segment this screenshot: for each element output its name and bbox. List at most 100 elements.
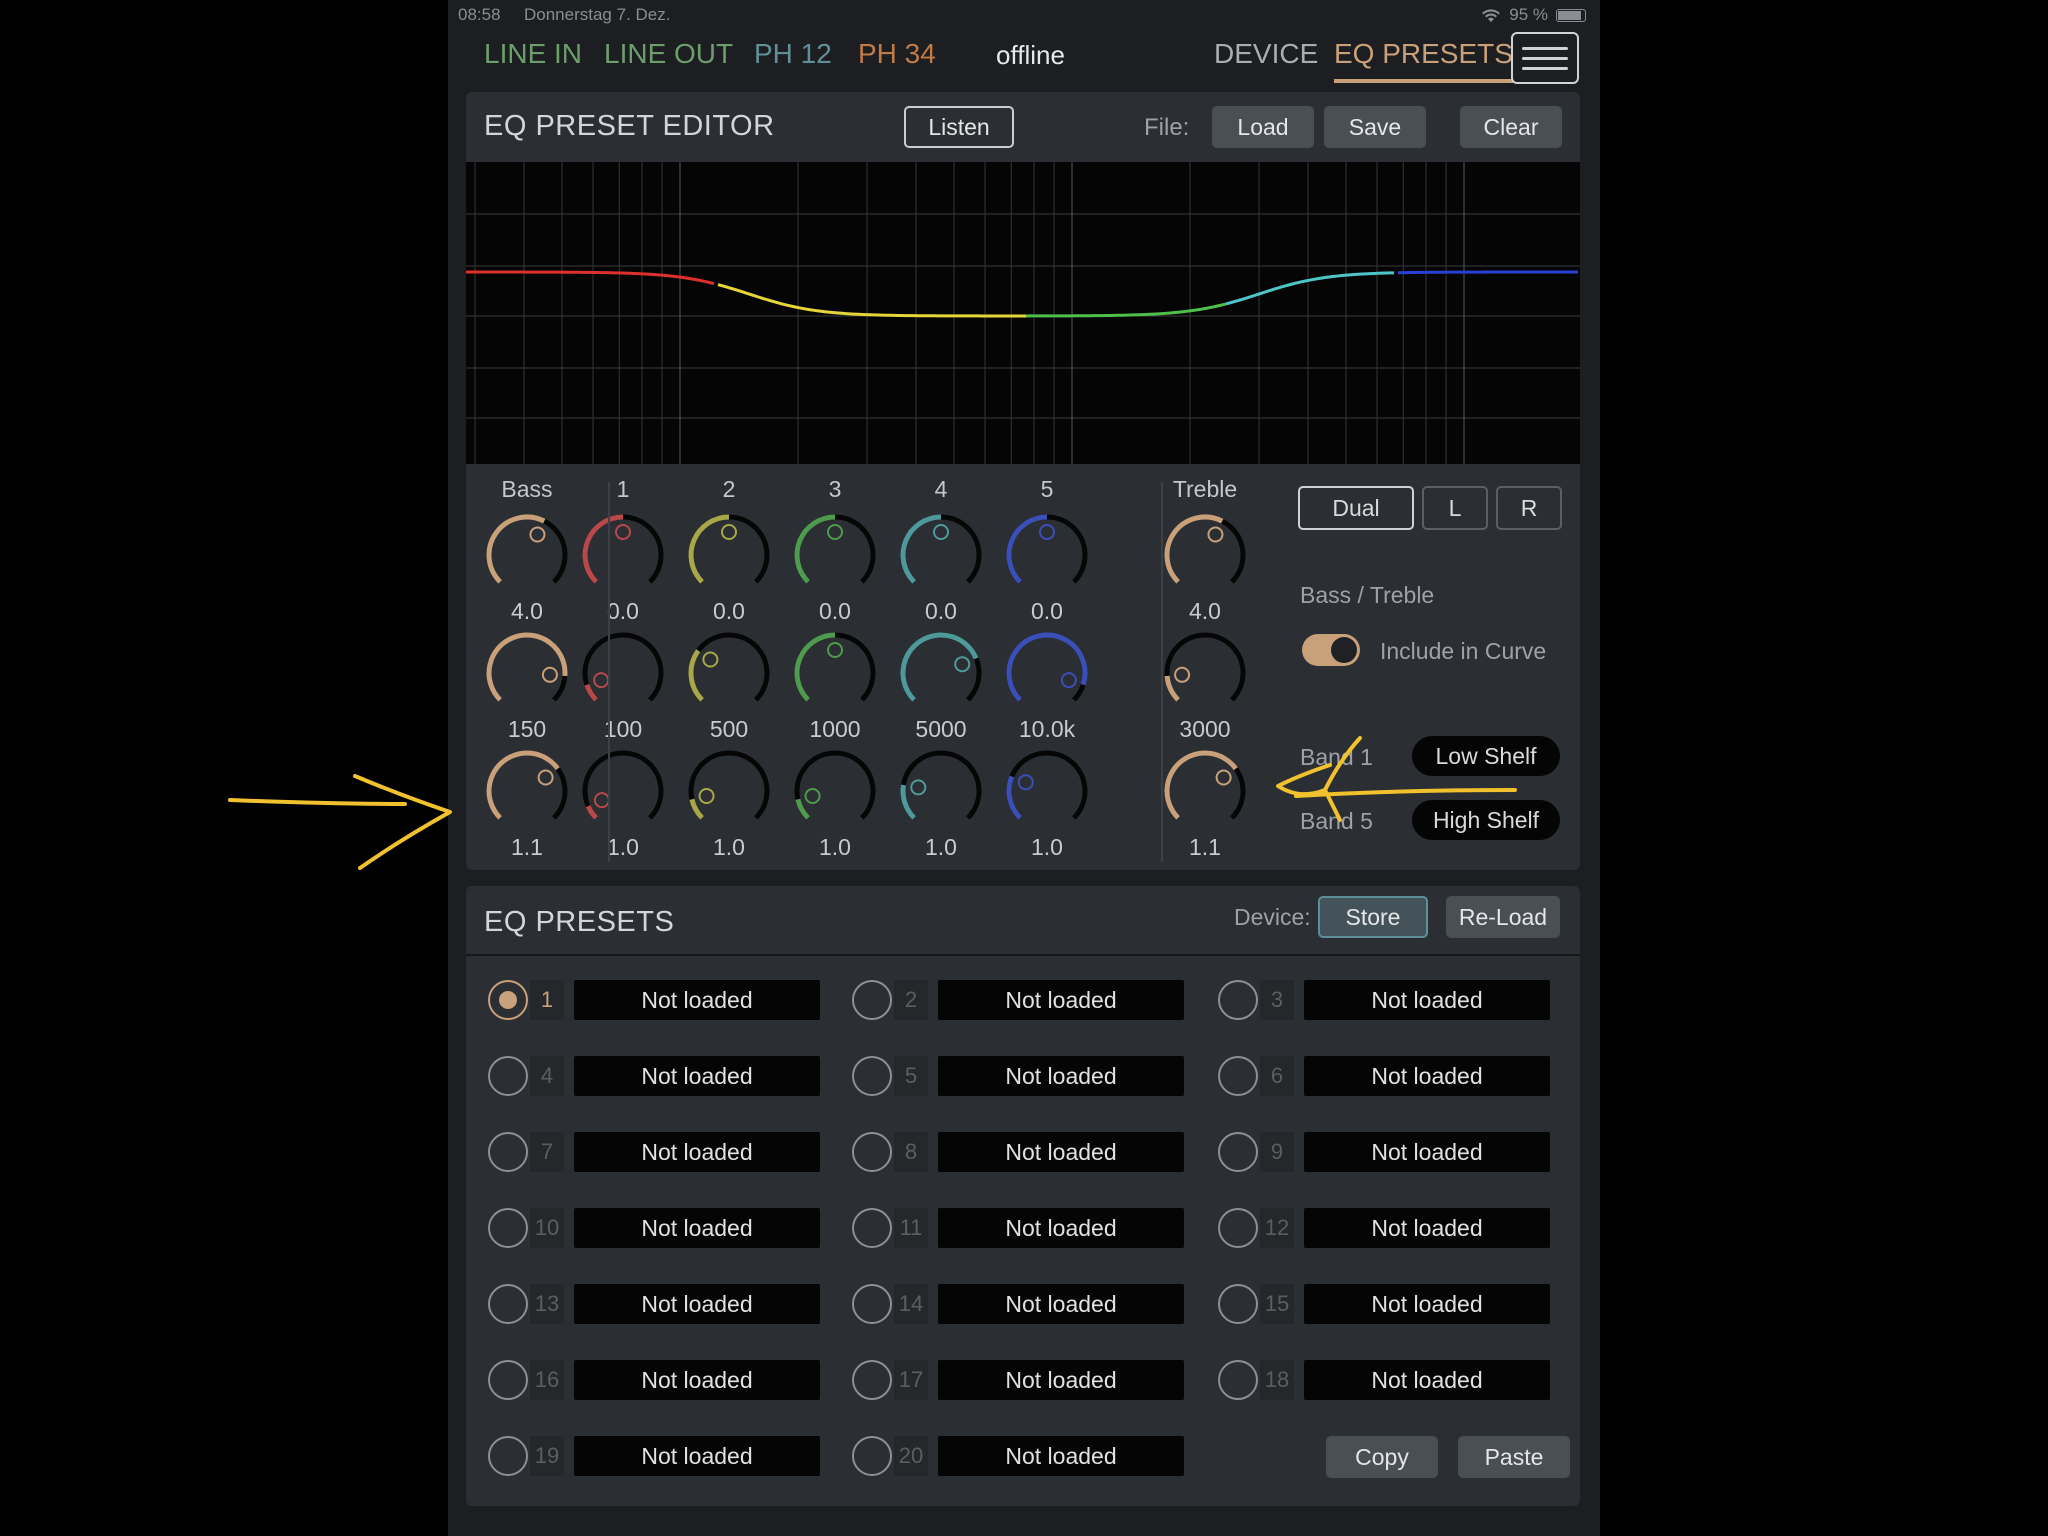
preset-name[interactable]: Not loaded bbox=[938, 1436, 1184, 1476]
preset-radio[interactable] bbox=[488, 1056, 528, 1096]
preset-name[interactable]: Not loaded bbox=[1304, 1360, 1550, 1400]
preset-radio[interactable] bbox=[488, 1360, 528, 1400]
eq-curve-segment bbox=[717, 283, 847, 316]
preset-slot: 9 Not loaded bbox=[1218, 1130, 1558, 1172]
preset-radio[interactable] bbox=[488, 980, 528, 1020]
preset-slot: 18 Not loaded bbox=[1218, 1358, 1558, 1400]
eq-curve-segment bbox=[465, 270, 607, 275]
preset-slot: 14 Not loaded bbox=[852, 1282, 1192, 1324]
preset-radio[interactable] bbox=[852, 1208, 892, 1248]
tab-ph-12[interactable]: PH 12 bbox=[754, 38, 832, 70]
knob-freq[interactable] bbox=[684, 628, 774, 718]
knob-q[interactable] bbox=[1160, 746, 1250, 836]
tab-line-out[interactable]: LINE OUT bbox=[604, 38, 733, 70]
clear-button[interactable]: Clear bbox=[1460, 106, 1562, 148]
knob-column-label: 2 bbox=[722, 476, 736, 502]
knob-gain[interactable] bbox=[896, 510, 986, 600]
preset-name[interactable]: Not loaded bbox=[938, 1208, 1184, 1248]
preset-name[interactable]: Not loaded bbox=[1304, 1208, 1550, 1248]
preset-radio[interactable] bbox=[852, 1360, 892, 1400]
knob-gain[interactable] bbox=[482, 510, 572, 600]
preset-radio[interactable] bbox=[1218, 1284, 1258, 1324]
knob-freq[interactable] bbox=[482, 628, 572, 718]
tab-device[interactable]: DEVICE bbox=[1214, 38, 1318, 70]
knob-gain[interactable] bbox=[790, 510, 880, 600]
band5-type-selector[interactable]: High Shelf bbox=[1412, 800, 1560, 840]
preset-radio[interactable] bbox=[852, 1132, 892, 1172]
knob-track bbox=[582, 632, 664, 702]
tab-eq-presets[interactable]: EQ PRESETS bbox=[1334, 38, 1513, 83]
right-channel-button[interactable]: R bbox=[1496, 486, 1562, 530]
preset-name[interactable]: Not loaded bbox=[938, 1132, 1184, 1172]
preset-name[interactable]: Not loaded bbox=[1304, 980, 1550, 1020]
preset-name[interactable]: Not loaded bbox=[574, 1436, 820, 1476]
knob-freq[interactable] bbox=[578, 628, 668, 718]
preset-radio[interactable] bbox=[1218, 980, 1258, 1020]
include-in-curve-toggle[interactable] bbox=[1302, 634, 1360, 666]
knob-indicator bbox=[1215, 769, 1232, 786]
preset-name[interactable]: Not loaded bbox=[574, 1132, 820, 1172]
knob-gain[interactable] bbox=[1002, 510, 1092, 600]
preset-name[interactable]: Not loaded bbox=[574, 980, 820, 1020]
preset-number: 19 bbox=[530, 1436, 564, 1476]
preset-name[interactable]: Not loaded bbox=[574, 1360, 820, 1400]
save-button[interactable]: Save bbox=[1324, 106, 1426, 148]
preset-name[interactable]: Not loaded bbox=[938, 1056, 1184, 1096]
preset-name[interactable]: Not loaded bbox=[1304, 1132, 1550, 1172]
tab-line-in[interactable]: LINE IN bbox=[484, 38, 582, 70]
reload-button[interactable]: Re-Load bbox=[1446, 896, 1560, 938]
paste-button[interactable]: Paste bbox=[1458, 1436, 1570, 1478]
preset-name[interactable]: Not loaded bbox=[938, 980, 1184, 1020]
preset-number: 13 bbox=[530, 1284, 564, 1324]
store-button[interactable]: Store bbox=[1318, 896, 1428, 938]
eq-response-graph[interactable] bbox=[465, 162, 1580, 464]
preset-radio[interactable] bbox=[1218, 1056, 1258, 1096]
left-channel-button[interactable]: L bbox=[1422, 486, 1488, 530]
knob-value-gain: 0.0 bbox=[1031, 598, 1063, 624]
preset-name[interactable]: Not loaded bbox=[574, 1208, 820, 1248]
preset-name[interactable]: Not loaded bbox=[938, 1284, 1184, 1324]
preset-name[interactable]: Not loaded bbox=[1304, 1284, 1550, 1324]
preset-radio[interactable] bbox=[852, 980, 892, 1020]
file-label: File: bbox=[1144, 114, 1190, 141]
band1-type-selector[interactable]: Low Shelf bbox=[1412, 736, 1560, 776]
knob-q[interactable] bbox=[1002, 746, 1092, 836]
listen-button[interactable]: Listen bbox=[904, 106, 1014, 148]
preset-radio[interactable] bbox=[852, 1284, 892, 1324]
preset-radio[interactable] bbox=[488, 1284, 528, 1324]
preset-radio[interactable] bbox=[1218, 1360, 1258, 1400]
preset-radio[interactable] bbox=[488, 1132, 528, 1172]
knob-freq[interactable] bbox=[1002, 628, 1092, 718]
knob-freq[interactable] bbox=[1160, 628, 1250, 718]
preset-radio[interactable] bbox=[852, 1436, 892, 1476]
knob-q[interactable] bbox=[578, 746, 668, 836]
knob-q[interactable] bbox=[482, 746, 572, 836]
preset-name[interactable]: Not loaded bbox=[574, 1056, 820, 1096]
knob-gain[interactable] bbox=[578, 510, 668, 600]
knob-q[interactable] bbox=[790, 746, 880, 836]
preset-name[interactable]: Not loaded bbox=[574, 1284, 820, 1324]
preset-number: 14 bbox=[894, 1284, 928, 1324]
preset-name[interactable]: Not loaded bbox=[938, 1360, 1184, 1400]
preset-radio[interactable] bbox=[852, 1056, 892, 1096]
load-button[interactable]: Load bbox=[1212, 106, 1314, 148]
dual-button[interactable]: Dual bbox=[1298, 486, 1414, 530]
knob-gain[interactable] bbox=[1160, 510, 1250, 600]
app-screen: 08:58 Donnerstag 7. Dez. 95 % LINE IN LI… bbox=[448, 0, 1600, 1536]
tab-ph-34[interactable]: PH 34 bbox=[858, 38, 936, 70]
top-navigation: LINE IN LINE OUT PH 12 PH 34 offline DEV… bbox=[448, 30, 1600, 90]
preset-slot: 10 Not loaded bbox=[488, 1206, 828, 1248]
knob-freq[interactable] bbox=[896, 628, 986, 718]
knob-indicator bbox=[541, 666, 558, 683]
knob-q[interactable] bbox=[896, 746, 986, 836]
preset-radio[interactable] bbox=[1218, 1132, 1258, 1172]
copy-button[interactable]: Copy bbox=[1326, 1436, 1438, 1478]
hamburger-menu-button[interactable] bbox=[1511, 32, 1579, 84]
knob-freq[interactable] bbox=[790, 628, 880, 718]
preset-name[interactable]: Not loaded bbox=[1304, 1056, 1550, 1096]
preset-radio[interactable] bbox=[488, 1208, 528, 1248]
knob-q[interactable] bbox=[684, 746, 774, 836]
knob-gain[interactable] bbox=[684, 510, 774, 600]
preset-radio[interactable] bbox=[488, 1436, 528, 1476]
preset-radio[interactable] bbox=[1218, 1208, 1258, 1248]
